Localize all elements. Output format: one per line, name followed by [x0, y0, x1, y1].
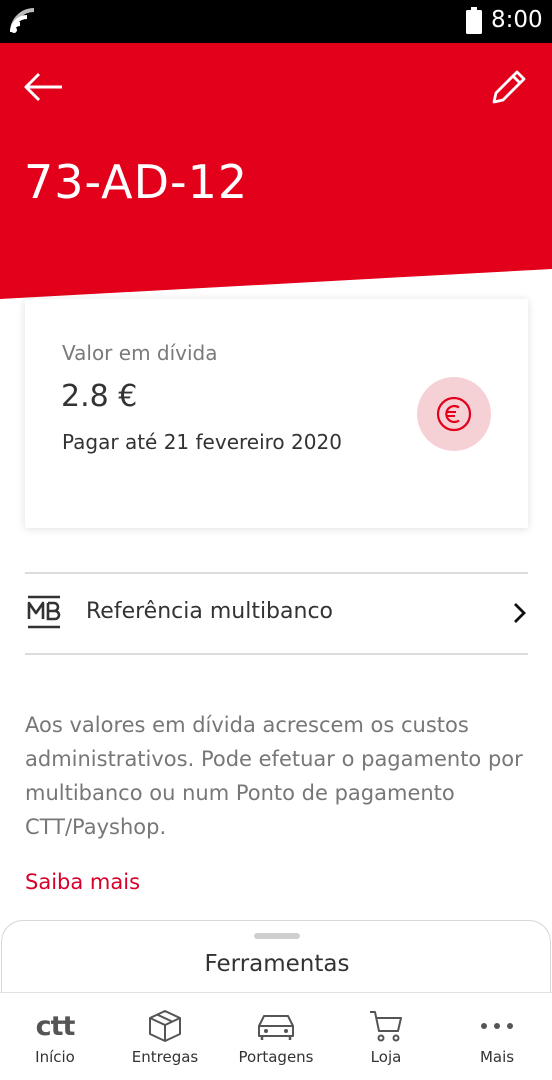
info-text: Aos valores em dívida acrescem os custos…	[25, 713, 523, 839]
edit-button[interactable]	[488, 66, 530, 108]
debt-amount: 2.8 €	[61, 379, 138, 414]
nav-label-mais: Mais	[479, 1048, 515, 1066]
more-icon	[481, 1023, 513, 1029]
nav-item-inicio[interactable]: ctt Início	[0, 993, 110, 1080]
status-bar: 8:00	[0, 0, 552, 43]
nav-item-mais[interactable]: Mais	[442, 993, 552, 1080]
header: 73-AD-12	[0, 43, 552, 313]
bottom-nav: ctt Início Entregas Portagens Loja Mais	[0, 992, 552, 1080]
nav-label-inicio: Início	[35, 1048, 75, 1066]
battery-icon	[466, 7, 482, 34]
nav-item-entregas[interactable]: Entregas	[110, 993, 220, 1080]
euro-icon	[436, 396, 472, 432]
pay-button[interactable]	[417, 377, 491, 451]
debt-card: Valor em dívida 2.8 € Pagar até 21 fever…	[25, 299, 528, 528]
package-icon	[149, 1010, 181, 1042]
multibanco-reference-row[interactable]: Referência multibanco	[25, 574, 528, 654]
back-button[interactable]	[22, 70, 64, 104]
nav-label-entregas: Entregas	[131, 1048, 199, 1066]
multibanco-icon	[27, 595, 61, 629]
tools-sheet[interactable]: Ferramentas	[1, 920, 551, 1000]
ctt-logo: ctt	[35, 1010, 76, 1042]
nav-item-loja[interactable]: Loja	[331, 993, 441, 1080]
nav-item-portagens[interactable]: Portagens	[221, 993, 331, 1080]
wifi-icon	[10, 8, 35, 33]
learn-more-link[interactable]: Saiba mais	[25, 870, 140, 894]
chevron-right-icon	[514, 603, 526, 623]
nav-label-loja: Loja	[370, 1048, 402, 1066]
divider-bottom	[25, 653, 528, 655]
cart-icon	[370, 1011, 402, 1042]
nav-label-portagens: Portagens	[238, 1048, 314, 1066]
due-date: Pagar até 21 fevereiro 2020	[62, 430, 342, 454]
car-icon	[258, 1015, 294, 1040]
multibanco-label: Referência multibanco	[86, 599, 334, 624]
sheet-handle[interactable]	[254, 933, 300, 939]
sheet-title: Ferramentas	[204, 951, 350, 977]
status-time: 8:00	[491, 7, 543, 33]
license-plate-title: 73-AD-12	[24, 155, 249, 209]
debt-label: Valor em dívida	[62, 341, 218, 365]
